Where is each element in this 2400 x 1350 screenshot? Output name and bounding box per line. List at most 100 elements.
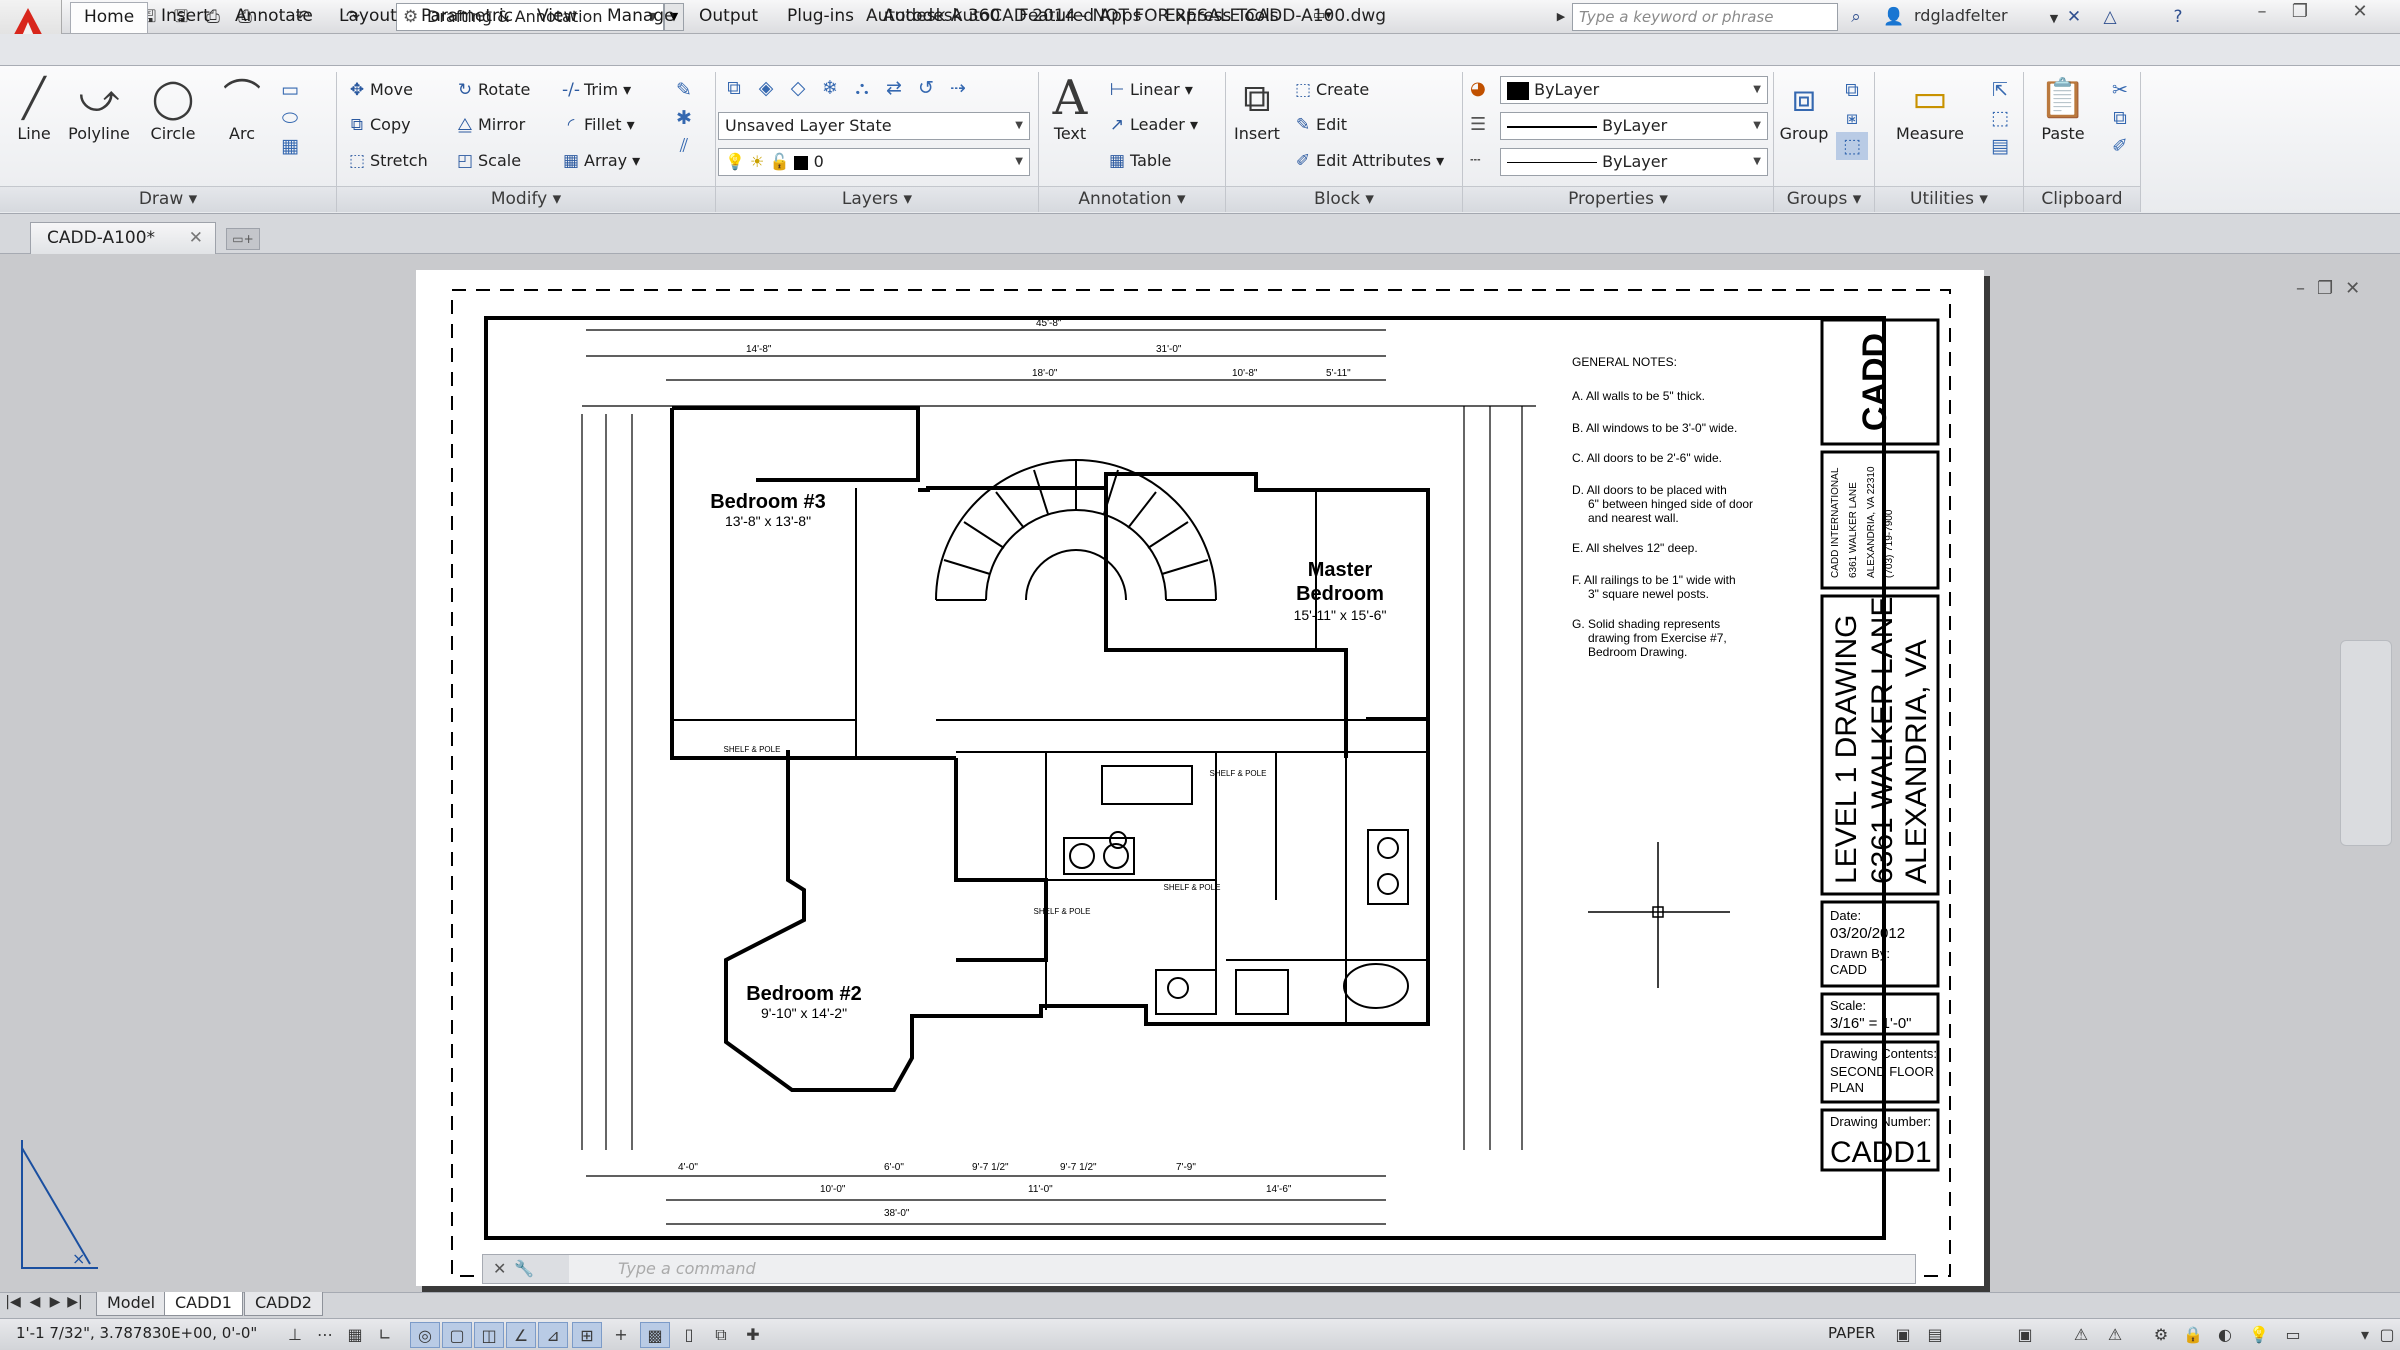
create-block-button[interactable]: ⬚ Create [1290,75,1369,105]
ortho-mode-icon[interactable]: ∟ [370,1322,400,1348]
layout-tab-model[interactable]: Model [96,1292,167,1316]
3d-object-snap-icon[interactable]: ◫ [474,1322,504,1348]
quick-view-layouts-icon[interactable]: ▣ [1888,1322,1918,1348]
linear-dimension-button[interactable]: ⊢ Linear ▾ [1104,75,1193,105]
layer-lock-icon[interactable]: ⛬ [846,74,878,102]
viewport-close-icon[interactable]: ✕ [2345,278,2372,299]
trim-button[interactable]: -/- Trim ▾ [558,75,631,105]
group-select-icon[interactable]: ⬚ [1836,132,1868,160]
paste-button[interactable]: 📋 Paste [2030,72,2096,143]
model-paper-toggle[interactable]: PAPER [1828,1324,1875,1342]
toolbar-lock-icon[interactable]: 🔒 [2178,1322,2208,1348]
linetype-dropdown[interactable]: ByLayer ▼ [1500,148,1768,176]
annotation-visibility-icon[interactable]: ⚠ [2100,1322,2130,1348]
quick-view-drawings-icon[interactable]: ▤ [1920,1322,1950,1348]
properties-panel-title[interactable]: Properties ▾ [1463,186,1773,212]
rotate-button[interactable]: ↻ Rotate [452,75,531,105]
dynamic-ucs-icon[interactable]: ⊿ [538,1322,568,1348]
transparency-icon[interactable]: ▩ [640,1322,670,1348]
tab-output[interactable]: Output [686,2,771,32]
username-label[interactable]: rdgladfelter [1914,6,2008,25]
scale-button[interactable]: ◰ Scale [452,146,521,176]
selection-cycling-icon[interactable]: ⧉ [706,1322,736,1348]
tab-insert[interactable]: Insert [148,2,223,32]
layer-freeze-icon[interactable]: ❄ [814,74,846,102]
edit-attributes-button[interactable]: ✐ Edit Attributes ▾ [1290,146,1444,176]
maximize-viewport-icon[interactable]: ▣ [2010,1322,2040,1348]
close-icon[interactable]: ✕ [2342,0,2378,26]
layer-isolate-icon[interactable]: ◇ [782,74,814,102]
next-layout-icon[interactable]: ▶ [46,1294,64,1310]
layer-state-dropdown[interactable]: Unsaved Layer State ▼ [718,112,1030,140]
quick-properties-icon[interactable]: ▯ [674,1322,704,1348]
navigation-bar[interactable] [2340,640,2392,846]
match-properties-icon[interactable]: ◕ [1470,78,1486,99]
layer-properties-icon[interactable]: ⧉ [718,74,750,102]
tab-view[interactable]: View [524,2,590,32]
layer-off-icon[interactable]: ◈ [750,74,782,102]
insert-block-button[interactable]: ⧉ Insert [1228,72,1286,143]
table-button[interactable]: ▦ Table [1104,146,1171,176]
cut-icon[interactable]: ✂ [2104,76,2136,104]
binoculars-icon[interactable]: ⌕ [1842,4,1870,30]
layer-dropdown[interactable]: 💡 ☀ 🔓 0 ▼ [718,148,1030,176]
text-button[interactable]: A Text [1042,72,1098,143]
tab-express-tools[interactable]: Express Tools [1152,2,1292,32]
tab-autodesk360[interactable]: Autodesk 360 [870,2,1013,32]
polyline-button[interactable]: ⤻ Polyline [62,72,136,143]
floor-plan-drawing[interactable]: CADD CADD INTERNATIONAL 6361 WALKER LANE… [416,270,1984,1286]
tab-layout[interactable]: Layout [326,2,410,32]
first-layout-icon[interactable]: |◀ [4,1294,22,1310]
measure-button[interactable]: ▭ Measure [1880,72,1980,143]
fillet-button[interactable]: ◜ Fillet ▾ [558,110,635,140]
block-panel-title[interactable]: Block ▾ [1226,186,1462,212]
group-button[interactable]: ⧈ Group [1776,72,1832,143]
edit-block-button[interactable]: ✎ Edit [1290,110,1347,140]
annotation-scale-icon[interactable]: ⚠ [2066,1322,2096,1348]
last-layout-icon[interactable]: ▶| [66,1294,84,1310]
document-tab[interactable]: CADD-A100* ✕ [30,222,216,254]
stretch-button[interactable]: ⬚ Stretch [344,146,428,176]
offset-icon[interactable]: ⫽ [668,132,700,160]
workspace-switching-icon[interactable]: ⚙ [2146,1322,2176,1348]
layer-previous-icon[interactable]: ↺ [910,74,942,102]
grid-display-icon[interactable]: ▦ [340,1322,370,1348]
copy-clip-icon[interactable]: ⧉ [2104,104,2136,132]
close-icon[interactable]: ✕ [189,223,203,253]
user-icon[interactable]: 👤 [1880,4,1908,30]
draw-panel-title[interactable]: Draw ▾ [0,186,336,212]
utilities-panel-title[interactable]: Utilities ▾ [1875,186,2023,212]
new-tab-icon[interactable]: ▭+ [226,228,260,250]
clean-screen-icon[interactable]: ▭ [2278,1322,2308,1348]
leader-button[interactable]: ↗ Leader ▾ [1104,110,1198,140]
viewport-minimize-icon[interactable]: – [2296,278,2317,299]
minimize-icon[interactable]: – [2244,0,2280,26]
command-line[interactable]: ✕🔧 Type a command [482,1254,1916,1284]
dynamic-input-icon[interactable]: ⊞ [572,1322,602,1348]
layers-panel-title[interactable]: Layers ▾ [716,186,1038,212]
color-dropdown[interactable]: ByLayer ▼ [1500,76,1768,104]
group-edit-icon[interactable]: ⧆ [1836,104,1868,132]
rectangle-icon[interactable]: ▭ [274,76,306,104]
match-icon[interactable]: ✐ [2104,132,2136,160]
tab-manage[interactable]: Manage [594,2,688,32]
coordinate-readout[interactable]: 1'-1 7/32", 3.787830E+00, 0'-0" [16,1324,257,1342]
ungroup-icon[interactable]: ⧉ [1836,76,1868,104]
layer-match-icon[interactable]: ⇄ [878,74,910,102]
copy-button[interactable]: ⧉ Copy [344,110,411,140]
erase-icon[interactable]: ✎ [668,76,700,104]
array-button[interactable]: ▦ Array ▾ [558,146,640,176]
tab-parametric[interactable]: Parametric [408,2,526,32]
groups-panel-title[interactable]: Groups ▾ [1774,186,1874,212]
command-line-tools[interactable]: ✕🔧 [483,1255,569,1283]
annotation-monitor-icon[interactable]: ✚ [738,1322,768,1348]
tab-featured-apps[interactable]: Featured Apps [1006,2,1155,32]
circle-button[interactable]: ◯ Circle [140,72,206,143]
snap-mode-icon[interactable]: ⋯ [310,1322,340,1348]
tab-annotate[interactable]: Annotate [222,2,326,32]
object-snap-icon[interactable]: ▢ [442,1322,472,1348]
object-snap-tracking-icon[interactable]: ∠ [506,1322,536,1348]
ellipse-icon[interactable]: ⬭ [274,104,306,132]
annotation-panel-title[interactable]: Annotation ▾ [1039,186,1225,212]
autodesk360-icon[interactable]: △ [2096,4,2124,30]
